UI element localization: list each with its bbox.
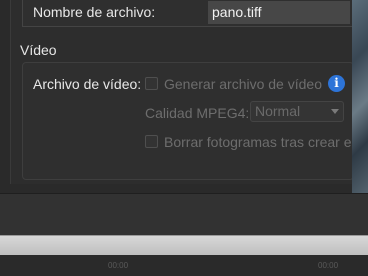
- info-icon[interactable]: i: [328, 75, 345, 92]
- mpeg4-quality-label: Calidad MPEG4:: [145, 105, 250, 121]
- time-tick: 00:00: [318, 261, 339, 270]
- filename-label: Nombre de archivo:: [33, 4, 156, 20]
- time-ruler: 00:00 00:00: [0, 255, 368, 276]
- delete-frames-label: Borrar fotogramas tras crear el: [164, 134, 355, 150]
- video-section-title: Vídeo: [20, 42, 57, 58]
- generate-video-checkbox[interactable]: [145, 77, 158, 90]
- timeline-bar[interactable]: [0, 235, 368, 256]
- time-tick: 00:00: [108, 261, 129, 270]
- video-file-label: Archivo de vídeo:: [33, 76, 142, 92]
- delete-frames-checkbox[interactable]: [145, 135, 158, 148]
- panorama-preview-strip: [352, 0, 368, 193]
- mpeg4-quality-select[interactable]: Normal: [250, 101, 344, 122]
- generate-video-label: Generar archivo de vídeo: [164, 76, 322, 92]
- filename-field[interactable]: pano.tiff: [208, 1, 350, 24]
- chevron-down-icon: [331, 109, 339, 114]
- mpeg4-quality-value: Normal: [255, 103, 301, 119]
- settings-panel: Nombre de archivo: pano.tiff Vídeo Archi…: [0, 0, 368, 193]
- bottom-toolbar: [0, 193, 368, 236]
